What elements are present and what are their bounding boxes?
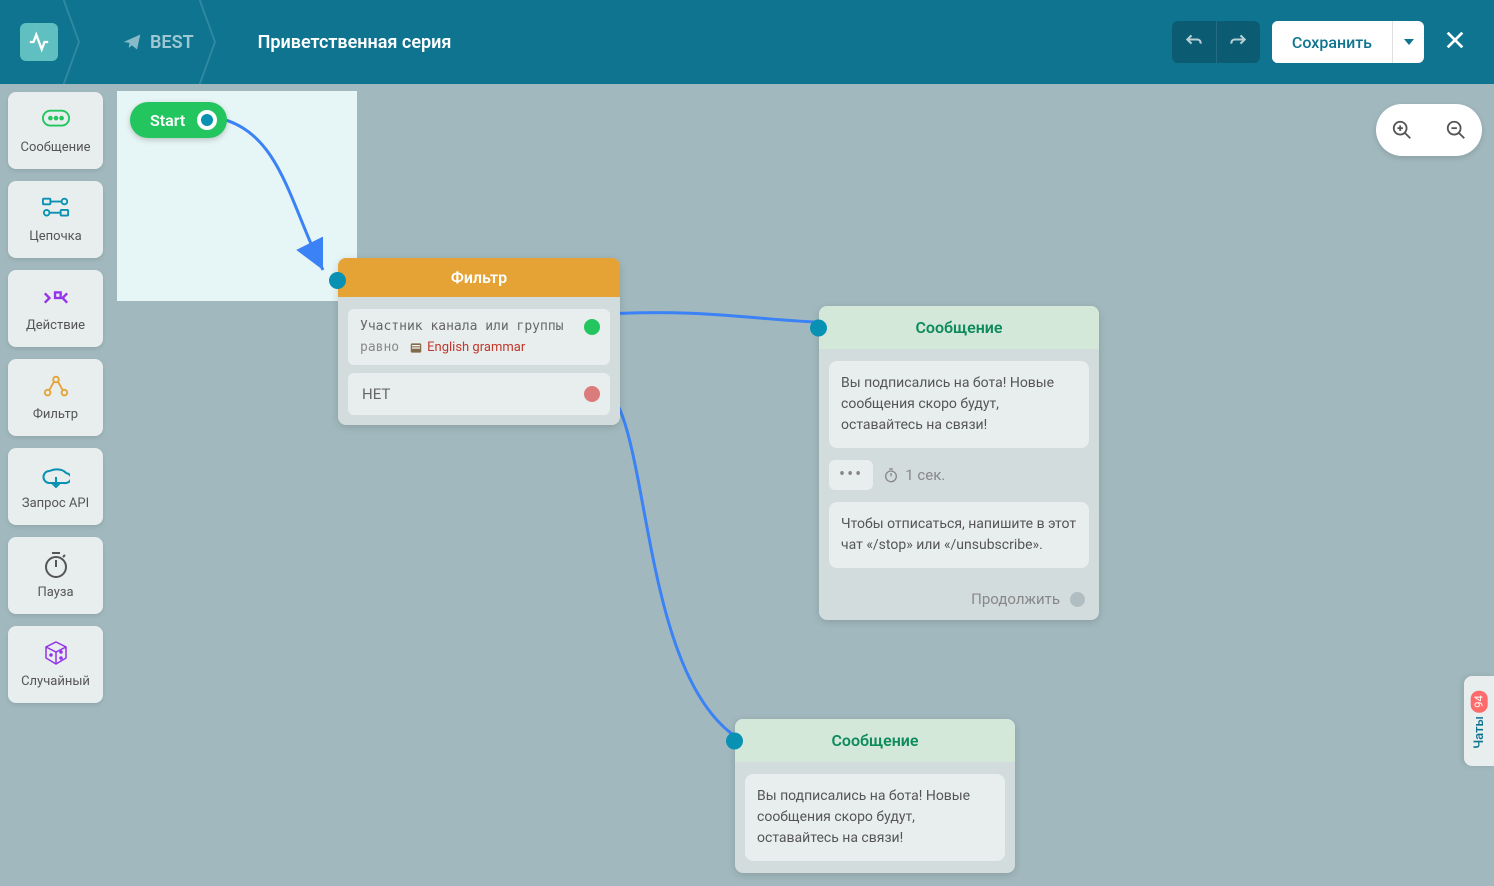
filter-icon	[42, 373, 70, 401]
action-icon	[42, 284, 70, 312]
channel-icon	[409, 341, 423, 355]
random-icon	[42, 640, 70, 668]
message-icon	[42, 106, 70, 134]
chats-label: Чаты	[1472, 716, 1487, 749]
filter-no-label: НЕТ	[362, 385, 390, 403]
header-right: Сохранить	[1172, 21, 1474, 63]
delay-value: 1 сек.	[905, 466, 945, 484]
message-1-text-2: Чтобы отписаться, напишите в этот чат «/…	[829, 502, 1089, 568]
redo-button[interactable]	[1216, 21, 1260, 63]
filter-node[interactable]: Фильтр Участник канала или группы равно …	[338, 258, 620, 425]
chain-icon	[42, 195, 70, 223]
message-1-title: Сообщение	[819, 306, 1099, 349]
sidebar-item-random[interactable]: Случайный	[8, 626, 103, 703]
message-1-text-1: Вы подписались на бота! Новые сообщения …	[829, 361, 1089, 448]
message-node-1[interactable]: Сообщение Вы подписались на бота! Новые …	[819, 306, 1099, 620]
filter-node-title: Фильтр	[338, 258, 620, 297]
sidebar-label: Случайный	[21, 674, 90, 689]
filter-condition-yes[interactable]: Участник канала или группы равно English…	[348, 309, 610, 365]
close-button[interactable]	[1436, 21, 1474, 63]
sidebar-label: Пауза	[37, 585, 73, 600]
save-dropdown[interactable]	[1392, 21, 1424, 63]
message-1-delay: ••• 1 сек.	[829, 460, 1089, 490]
zoom-in-button[interactable]	[1380, 108, 1424, 152]
sidebar-label: Действие	[26, 318, 85, 333]
zoom-in-icon	[1391, 119, 1413, 141]
chats-tab[interactable]: 94 Чаты	[1464, 676, 1494, 766]
message-2-title: Сообщение	[735, 719, 1015, 762]
pause-icon	[42, 551, 70, 579]
sidebar-item-pause[interactable]: Пауза	[8, 537, 103, 614]
header-left: BEST Приветственная серия	[20, 0, 451, 84]
app-header: BEST Приветственная серия Сохранить	[0, 0, 1494, 84]
start-node[interactable]: Start	[130, 102, 227, 138]
continue-label: Продолжить	[971, 590, 1060, 608]
message-2-input-port[interactable]	[726, 732, 743, 749]
sidebar-item-action[interactable]: Действие	[8, 270, 103, 347]
bot-name-text: BEST	[150, 32, 194, 53]
breadcrumb-separator	[214, 0, 238, 84]
chats-badge: 94	[1471, 690, 1488, 712]
close-icon	[1444, 29, 1466, 51]
bot-name-link[interactable]: BEST	[122, 32, 194, 53]
sidebar-label: Цепочка	[29, 229, 82, 244]
undo-button[interactable]	[1172, 21, 1216, 63]
zoom-controls	[1376, 104, 1482, 156]
telegram-icon	[122, 32, 142, 52]
undo-icon	[1184, 32, 1204, 52]
message-1-input-port[interactable]	[810, 319, 827, 336]
chevron-down-icon	[1404, 39, 1414, 45]
history-buttons	[1172, 21, 1260, 63]
stopwatch-icon	[883, 467, 899, 483]
save-button-group: Сохранить	[1272, 21, 1424, 63]
flow-title[interactable]: Приветственная серия	[258, 32, 452, 53]
sidebar-item-api[interactable]: Запрос API	[8, 448, 103, 525]
filter-condition-no[interactable]: НЕТ	[348, 373, 610, 415]
app-logo[interactable]	[20, 23, 58, 61]
filter-input-port[interactable]	[329, 272, 346, 289]
filter-yes-port[interactable]	[584, 319, 600, 335]
sidebar-label: Запрос API	[22, 496, 89, 511]
sidebar-label: Фильтр	[33, 407, 78, 422]
filter-no-port[interactable]	[584, 386, 600, 402]
tool-sidebar: Сообщение Цепочка Действие Фильтр Запрос…	[8, 92, 103, 703]
breadcrumb-separator	[78, 0, 102, 84]
start-output-port[interactable]	[197, 110, 217, 130]
api-icon	[42, 462, 70, 490]
sidebar-item-message[interactable]: Сообщение	[8, 92, 103, 169]
zoom-out-button[interactable]	[1434, 108, 1478, 152]
typing-indicator-icon: •••	[829, 460, 873, 490]
message-node-2[interactable]: Сообщение Вы подписались на бота! Новые …	[735, 719, 1015, 873]
filter-value: English grammar	[409, 340, 525, 355]
redo-icon	[1228, 32, 1248, 52]
sidebar-label: Сообщение	[21, 140, 91, 155]
filter-equals: равно	[360, 340, 399, 355]
save-button[interactable]: Сохранить	[1272, 21, 1392, 63]
message-1-footer: Продолжить	[819, 580, 1099, 620]
sidebar-item-chain[interactable]: Цепочка	[8, 181, 103, 258]
filter-condition-label: Участник канала или группы	[360, 319, 598, 334]
zoom-out-icon	[1445, 119, 1467, 141]
message-1-output-port[interactable]	[1070, 592, 1085, 607]
sidebar-item-filter[interactable]: Фильтр	[8, 359, 103, 436]
message-2-text-1: Вы подписались на бота! Новые сообщения …	[745, 774, 1005, 861]
start-label: Start	[150, 111, 185, 130]
flow-canvas[interactable]: Start Фильтр Участник канала или группы …	[0, 84, 1494, 886]
